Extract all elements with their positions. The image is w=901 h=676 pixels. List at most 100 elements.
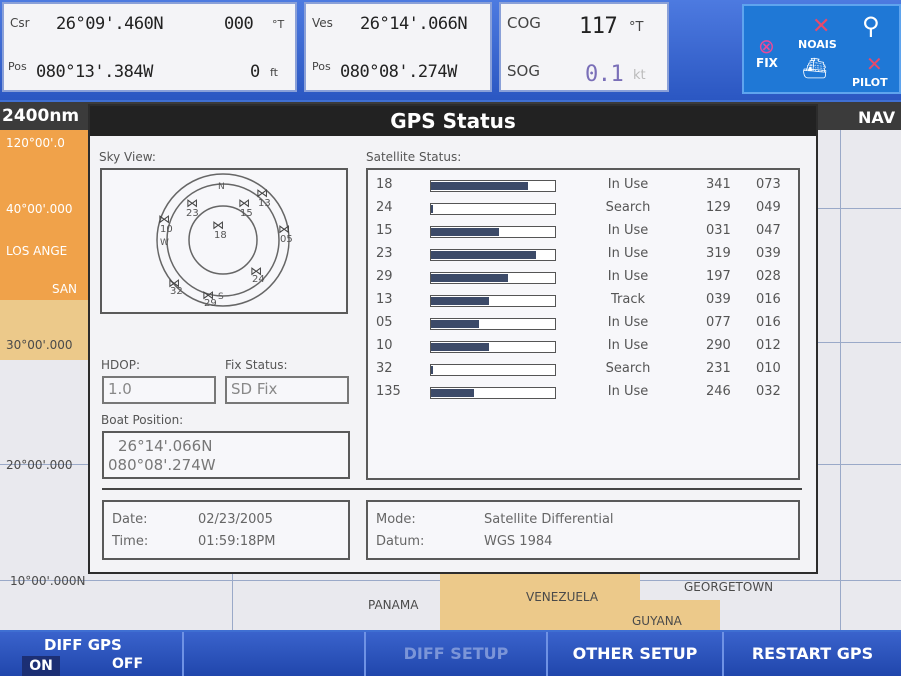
diff-setup-button[interactable]: DIFF SETUP [364,632,546,676]
pos-label: Pos [8,60,27,73]
satellite-status: In Use [607,223,649,238]
satellite-row: 32 Search 231 010 [368,358,794,381]
depth-unit: ft [270,66,278,79]
fix-label: FIX [756,56,778,70]
signal-bar [430,364,556,376]
csr-heading-unit: °T [272,18,285,31]
satellite-azimuth: 197 [706,269,731,284]
signal-bar-fill [431,389,474,397]
autopilot-icon[interactable]: ✕ [866,52,883,76]
satellite-elevation: 016 [756,292,781,307]
sog-value: 0.1 [585,62,624,87]
satellite-row: 18 In Use 341 073 [368,174,794,197]
satellite-status: In Use [607,246,649,261]
vessel-panel: Ves 26°14'.066N Pos 080°08'.274W [304,2,492,92]
signal-bar [430,387,556,399]
satellite-status: In Use [607,315,649,330]
signal-bar-fill [431,274,508,282]
satellite-azimuth: 246 [706,384,731,399]
blank-softkey[interactable] [182,632,364,676]
dialog-divider [102,488,802,490]
signal-bar [430,272,556,284]
gps-status-dialog: GPS Status Sky View: N W S ⋈ 23 ⋈ 15 ⋈ 1… [88,104,818,574]
diff-on-option[interactable]: ON [22,656,60,676]
hdop-label: HDOP: [101,358,140,372]
ais-off-icon[interactable]: ✕ [812,14,830,39]
satellite-row: 29 In Use 197 028 [368,266,794,289]
sky-sat-label: 15 [240,208,253,219]
diff-gps-toggle[interactable]: DIFF GPS ON OFF [0,632,182,676]
ves-label: Ves [312,16,333,30]
satellite-row: 13 Track 039 016 [368,289,794,312]
satellite-id: 05 [376,315,393,330]
satellite-status: Track [610,292,646,307]
satellite-status: Search [605,200,651,215]
mode-datum-box: Mode: Satellite Differential Datum: WGS … [366,500,800,560]
satellite-id: 18 [376,177,393,192]
signal-bar [430,295,556,307]
satellite-azimuth: 031 [706,223,731,238]
place-label: SAN [52,282,78,296]
map-scale: 2400nm [2,106,80,126]
boat-latitude: 26°14'.066N [118,437,213,455]
sky-sat-label: 05 [280,234,293,245]
satellite-row: 135 In Use 246 032 [368,381,794,404]
softkey-bar: DIFF GPS ON OFF DIFF SETUP OTHER SETUP R… [0,632,901,676]
sky-view-label: Sky View: [99,150,156,164]
datum-value: WGS 1984 [484,534,553,549]
noais-label: NOAIS [798,38,837,51]
satellite-azimuth: 129 [706,200,731,215]
restart-gps-button[interactable]: RESTART GPS [722,632,901,676]
cursor-panel: Csr 26°09'.460N 000 °T Pos 080°13'.384W … [2,2,297,92]
satellite-status-label: Satellite Status: [366,150,462,164]
radar-icon[interactable]: ⚲ [862,12,880,40]
fix-status-label: Fix Status: [225,358,288,372]
place-label: GUYANA [632,614,682,628]
date-time-box: Date: 02/23/2005 Time: 01:59:18PM [102,500,350,560]
sky-sat-label: 23 [186,208,199,219]
satellite-id: 10 [376,338,393,353]
lat-label: 40°00'.000 [6,202,73,216]
lat-label: 20°00'.000 [6,458,73,472]
cog-value: 117 [579,14,618,39]
place-label: LOS ANGE [6,244,68,258]
satellite-elevation: 028 [756,269,781,284]
cog-label: COG [507,14,541,32]
satellite-elevation: 012 [756,338,781,353]
pilot-label: PILOT [852,76,888,89]
lat-label: 120°00'.0 [6,136,65,150]
signal-bar-fill [431,182,528,190]
signal-bar [430,341,556,353]
top-data-bar: Csr 26°09'.460N 000 °T Pos 080°13'.384W … [0,0,901,100]
cursor-longitude: 080°13'.384W [36,62,153,82]
satellite-status: In Use [607,338,649,353]
other-setup-button[interactable]: OTHER SETUP [546,632,722,676]
satellite-id: 15 [376,223,393,238]
sky-view: N W S ⋈ 23 ⋈ 15 ⋈ 13 ⋈ 10 ⋈ 18 ⋈ 05 ⋈ 24… [100,168,348,314]
lat-label: 30°00'.000 [6,338,73,352]
csr-label: Csr [10,16,30,30]
satellite-elevation: 039 [756,246,781,261]
sky-sat-label: 13 [258,198,271,209]
satellite-status: In Use [607,177,649,192]
satellite-fix-icon[interactable]: ⊗ [758,34,775,58]
satellite-id: 24 [376,200,393,215]
place-label: PANAMA [368,598,419,612]
date-label: Date: [112,512,148,527]
boat-icon: ⛴ [802,56,828,80]
signal-bar-fill [431,320,479,328]
satellite-row: 15 In Use 031 047 [368,220,794,243]
time-value: 01:59:18PM [198,534,276,549]
sky-sat-label: 10 [160,224,173,235]
cog-unit: °T [629,20,644,35]
dialog-title: GPS Status [90,106,816,136]
satellite-azimuth: 231 [706,361,731,376]
lat-label: 10°00'.000N [10,574,86,588]
satellite-id: 32 [376,361,393,376]
satellite-rows: 18 In Use 341 073 24 Search 129 049 15 In Use 031 0… [368,174,798,414]
sky-sat-label: 24 [252,274,265,285]
satellite-status-table: 18 In Use 341 073 24 Search 129 049 15 In Use 031 0… [366,168,800,480]
satellite-id: 23 [376,246,393,261]
csr-latitude: 26°09'.460N [56,14,164,34]
diff-off-option[interactable]: OFF [112,656,143,672]
